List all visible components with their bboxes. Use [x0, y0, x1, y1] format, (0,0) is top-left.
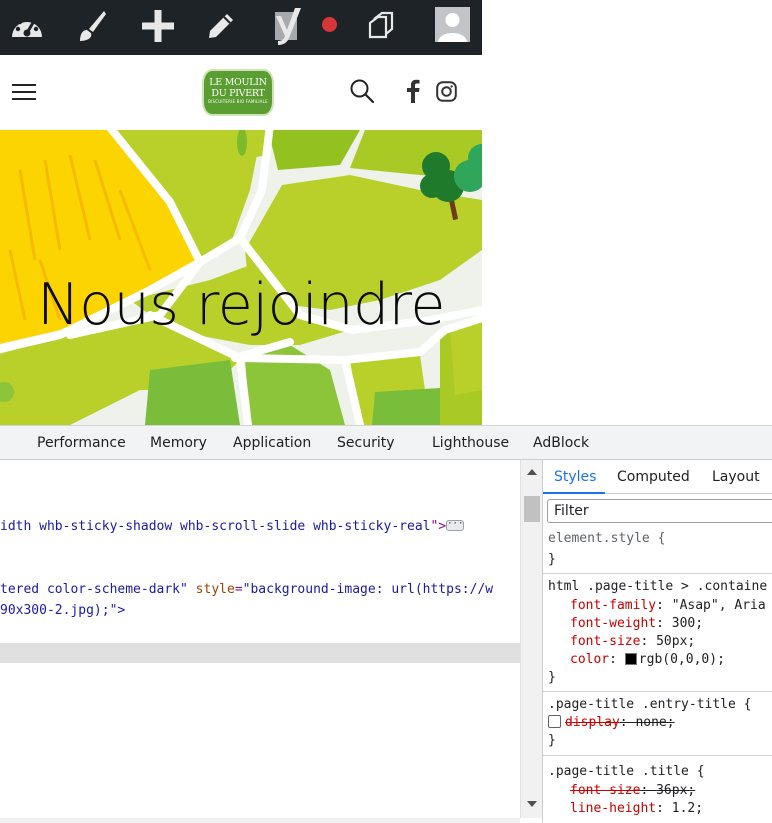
tab-layout[interactable]: Layout — [712, 469, 760, 485]
avatar[interactable] — [435, 7, 470, 42]
ellipsis-icon[interactable]: ··· — [446, 520, 465, 531]
page-margin — [482, 0, 772, 425]
tab-adblock[interactable]: AdBlock — [533, 435, 589, 451]
code-line[interactable]: idth whb-sticky-shadow whb-scroll-slide … — [0, 519, 465, 534]
scroll-up-icon[interactable] — [527, 469, 537, 475]
code-line[interactable]: tered color-scheme-dark" style="backgrou… — [0, 582, 493, 597]
horizontal-scrollbar[interactable] — [0, 818, 520, 823]
logo-line3: BISCUITERIE BIO FAMILIALE — [208, 99, 268, 104]
tab-lighthouse[interactable]: Lighthouse — [432, 435, 509, 451]
plus-icon[interactable] — [136, 6, 180, 46]
copy-icon[interactable] — [359, 6, 403, 46]
devtools-tab-bar: Performance Memory Application Security … — [0, 425, 772, 460]
tab-computed[interactable]: Computed — [617, 469, 690, 485]
css-rule[interactable]: .page-title .title { font-size: 36px; li… — [543, 756, 772, 823]
tab-styles[interactable]: Styles — [554, 469, 596, 485]
pencil-icon[interactable] — [199, 6, 243, 46]
search-icon[interactable] — [348, 77, 376, 105]
selected-node-row[interactable] — [0, 643, 520, 663]
css-rule[interactable]: html .page-title > .containe font-family… — [543, 574, 772, 692]
logo-line1: LE MOULIN — [209, 77, 267, 88]
menu-icon[interactable] — [12, 80, 38, 102]
active-tab-indicator — [543, 492, 605, 494]
elements-panel[interactable]: idth whb-sticky-shadow whb-scroll-slide … — [0, 460, 520, 823]
instagram-icon[interactable] — [435, 77, 457, 105]
code-line[interactable]: 90x300-2.jpg);"> — [0, 603, 125, 618]
css-rule[interactable]: .page-title .entry-title { display: none… — [543, 692, 772, 756]
property-checkbox[interactable] — [548, 715, 561, 728]
status-dot[interactable] — [322, 17, 337, 32]
tab-application[interactable]: Application — [233, 435, 311, 451]
color-swatch[interactable] — [624, 652, 637, 665]
site-header: LE MOULIN DU PIVERT BISCUITERIE BIO FAMI… — [0, 55, 482, 130]
scroll-down-icon[interactable] — [527, 801, 537, 807]
paintbrush-icon[interactable] — [70, 6, 114, 46]
css-rule[interactable]: element.style { } — [543, 528, 772, 574]
logo-line2: DU PIVERT — [211, 88, 265, 99]
yoast-icon[interactable] — [266, 6, 310, 46]
tab-memory[interactable]: Memory — [150, 435, 207, 451]
styles-pane: Styles Computed Layout Filter element.st… — [542, 460, 772, 823]
tab-performance[interactable]: Performance — [37, 435, 126, 451]
dashboard-icon[interactable] — [5, 6, 49, 46]
page-title: Nous rejoindre — [37, 272, 445, 338]
styles-filter-input[interactable]: Filter — [547, 499, 772, 523]
styles-tab-bar: Styles Computed Layout — [543, 460, 772, 494]
site-logo[interactable]: LE MOULIN DU PIVERT BISCUITERIE BIO FAMI… — [202, 69, 274, 116]
scroll-thumb[interactable] — [524, 496, 540, 522]
elements-scrollbar[interactable] — [520, 460, 542, 818]
hero-banner: Nous rejoindre — [0, 130, 482, 425]
facebook-icon[interactable] — [403, 77, 423, 105]
wp-admin-bar — [0, 0, 482, 55]
tab-security[interactable]: Security — [337, 435, 395, 451]
